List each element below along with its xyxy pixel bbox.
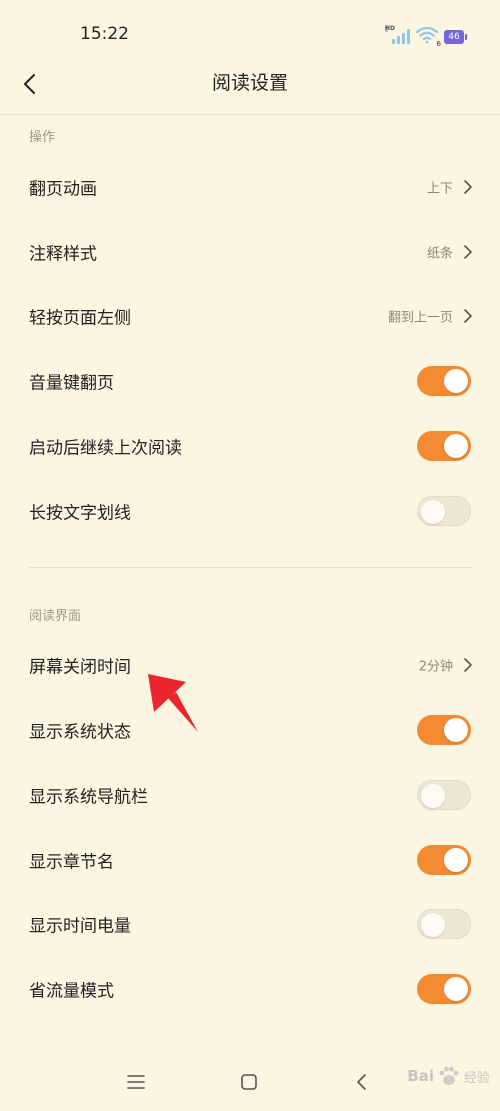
toggle-volume-key-page-turn[interactable] <box>417 366 471 396</box>
row-label: 启动后继续上次阅读 <box>29 438 182 459</box>
baidu-watermark: Bai 经验 <box>407 1058 490 1094</box>
toggle-knob <box>444 369 468 393</box>
header: 阅读设置 <box>0 60 500 110</box>
row-long-press-underline: 长按文字划线 <box>0 482 500 540</box>
reading-settings-screen: 15:22 HD 6 46 阅读设置 操作 翻页动画 上下 注释样式 纸条 轻按… <box>0 0 500 1111</box>
annotation-arrow-icon <box>148 674 198 732</box>
status-bar: 15:22 HD 6 46 <box>0 0 500 60</box>
home-icon[interactable] <box>237 1070 261 1094</box>
chevron-right-icon <box>464 245 472 259</box>
row-screen-off-time[interactable]: 屏幕关闭时间 2分钟 <box>0 636 500 694</box>
row-label: 显示时间电量 <box>29 916 131 937</box>
row-label: 轻按页面左侧 <box>29 308 131 329</box>
header-divider <box>0 114 500 115</box>
chevron-right-icon <box>464 658 472 672</box>
wifi-icon: 6 <box>415 26 441 48</box>
row-volume-key-page-turn: 音量键翻页 <box>0 352 500 410</box>
watermark-suffix: 经验 <box>463 1070 490 1086</box>
row-label: 长按文字划线 <box>29 503 131 524</box>
row-annotation-style[interactable]: 注释样式 纸条 <box>0 223 500 281</box>
toggle-knob <box>421 913 445 937</box>
row-tap-left-side[interactable]: 轻按页面左侧 翻到上一页 <box>0 287 500 345</box>
row-data-saver-mode: 省流量模式 <box>0 960 500 1018</box>
row-show-system-status: 显示系统状态 <box>0 701 500 759</box>
row-label: 注释样式 <box>29 244 97 265</box>
toggle-knob <box>444 848 468 872</box>
section-label-operation: 操作 <box>29 130 56 145</box>
row-show-system-nav-bar: 显示系统导航栏 <box>0 766 500 824</box>
paw-icon <box>439 1066 459 1085</box>
back-icon[interactable] <box>350 1070 374 1094</box>
toggle-resume-last-reading[interactable] <box>417 431 471 461</box>
row-label: 显示系统状态 <box>29 722 131 743</box>
row-show-chapter-name: 显示章节名 <box>0 831 500 889</box>
toggle-knob <box>421 500 445 524</box>
row-label: 省流量模式 <box>29 981 114 1002</box>
toggle-long-press-underline[interactable] <box>417 496 471 526</box>
chevron-right-icon <box>464 309 472 323</box>
row-value: 纸条 <box>426 246 453 262</box>
toggle-show-system-status[interactable] <box>417 715 471 745</box>
status-time: 15:22 <box>80 24 129 44</box>
row-value: 翻到上一页 <box>387 310 453 326</box>
wifi-sub-label: 6 <box>436 40 441 48</box>
toggle-show-chapter-name[interactable] <box>417 845 471 875</box>
section-divider <box>29 567 472 568</box>
row-label: 屏幕关闭时间 <box>29 657 131 678</box>
row-label: 音量键翻页 <box>29 373 114 394</box>
chevron-right-icon <box>464 180 472 194</box>
battery-level: 46 <box>448 32 460 42</box>
watermark-brand: Bai <box>407 1067 434 1085</box>
toggle-show-time-battery[interactable] <box>417 909 471 939</box>
toggle-knob <box>444 718 468 742</box>
row-label: 显示章节名 <box>29 852 114 873</box>
toggle-show-system-nav-bar[interactable] <box>417 780 471 810</box>
row-label: 翻页动画 <box>29 179 97 200</box>
row-label: 显示系统导航栏 <box>29 787 148 808</box>
row-value: 2分钟 <box>418 659 453 675</box>
row-show-time-battery: 显示时间电量 <box>0 895 500 953</box>
row-page-turn-animation[interactable]: 翻页动画 上下 <box>0 158 500 216</box>
menu-icon[interactable] <box>124 1070 148 1094</box>
status-icons: HD 6 46 <box>385 24 467 48</box>
toggle-knob <box>421 784 445 808</box>
page-title: 阅读设置 <box>211 72 288 94</box>
row-value: 上下 <box>426 181 453 197</box>
toggle-data-saver-mode[interactable] <box>417 974 471 1004</box>
hd-label: HD <box>385 25 396 32</box>
toggle-knob <box>444 977 468 1001</box>
battery-icon: 46 <box>444 30 467 44</box>
toggle-knob <box>444 434 468 458</box>
section-label-reading: 阅读界面 <box>29 609 82 624</box>
signal-icon: HD <box>385 25 410 44</box>
row-resume-last-reading: 启动后继续上次阅读 <box>0 417 500 475</box>
